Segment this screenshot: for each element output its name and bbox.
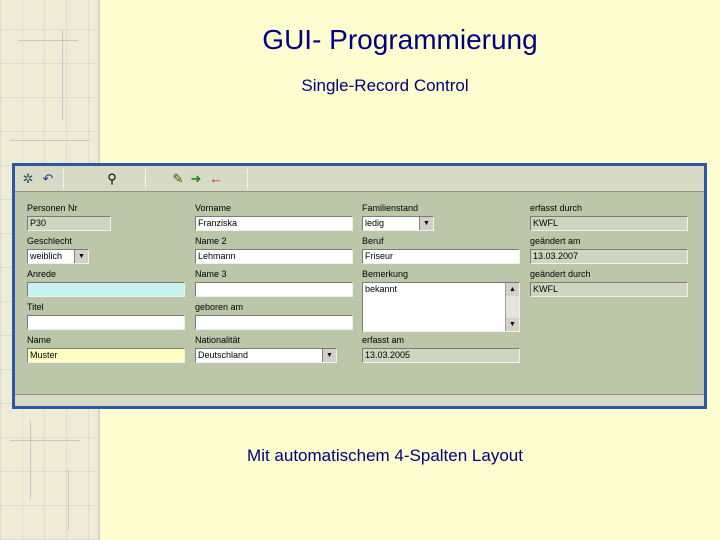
erfasst-durch-field[interactable]: KWFL	[530, 216, 688, 231]
chevron-down-icon[interactable]: ▼	[74, 250, 88, 263]
toolbar-separator	[247, 169, 248, 189]
slide-caption: Mit automatischem 4-Spalten Layout	[247, 446, 523, 465]
erfasst-am-label: erfasst am	[362, 335, 405, 345]
titel-label: Titel	[27, 302, 44, 312]
add-icon[interactable]: ➜	[187, 170, 205, 188]
slide-title: GUI- Programmierung	[262, 24, 538, 55]
window-body: ✲ ↶ ⚲ ✎ ➜ ← Personen Nr P30 Geschlecht w…	[15, 166, 704, 406]
undo-icon[interactable]: ↶	[39, 170, 57, 188]
chevron-down-icon[interactable]: ▼	[322, 349, 336, 362]
toolbar-separator	[145, 169, 146, 189]
name3-field[interactable]	[195, 282, 353, 297]
bemerkung-scrollbar[interactable]: ▲ ▼	[505, 283, 519, 331]
titel-field[interactable]	[27, 315, 185, 330]
status-bar	[15, 394, 704, 406]
geboren-label: geboren am	[195, 302, 244, 312]
bemerkung-textarea[interactable]: bekannt ▲ ▼	[362, 282, 520, 332]
decorative-line	[10, 440, 80, 441]
nationalitaet-value: Deutschland	[198, 350, 249, 360]
decorative-line	[10, 140, 90, 141]
name2-field[interactable]: Lehmann	[195, 249, 353, 264]
personen-nr-label: Personen Nr	[27, 203, 78, 213]
geaendert-durch-field[interactable]: KWFL	[530, 282, 688, 297]
beruf-label: Beruf	[362, 236, 384, 246]
geschlecht-label: Geschlecht	[27, 236, 73, 246]
geaendert-durch-label: geändert durch	[530, 269, 591, 279]
anrede-field[interactable]	[27, 282, 185, 297]
decorative-line	[30, 420, 31, 500]
slide-subtitle: Single-Record Control	[301, 76, 469, 95]
erfasst-am-field[interactable]: 13.03.2005	[362, 348, 520, 363]
name-label: Name	[27, 335, 52, 345]
scroll-up-icon[interactable]: ▲	[506, 283, 519, 296]
single-record-window: ✲ ↶ ⚲ ✎ ➜ ← Personen Nr P30 Geschlecht w…	[12, 163, 707, 409]
geboren-field[interactable]	[195, 315, 353, 330]
decorative-line	[68, 470, 69, 530]
familienstand-value: ledig	[365, 218, 385, 228]
decorative-line	[62, 30, 63, 120]
geaendert-am-field[interactable]: 13.03.2007	[530, 249, 688, 264]
anrede-label: Anrede	[27, 269, 57, 279]
toolbar-separator	[63, 169, 64, 189]
vorname-field[interactable]: Franziska	[195, 216, 353, 231]
beruf-field[interactable]: Friseur	[362, 249, 520, 264]
delete-icon[interactable]: ←	[207, 170, 225, 188]
decorative-line	[18, 40, 78, 41]
name-field[interactable]: Muster	[27, 348, 185, 363]
bemerkung-label: Bemerkung	[362, 269, 409, 279]
edit-icon[interactable]: ✎	[169, 170, 187, 188]
erfasst-durch-label: erfasst durch	[530, 203, 583, 213]
geschlecht-select[interactable]: weiblich ▼	[27, 249, 89, 264]
chevron-down-icon[interactable]: ▼	[419, 217, 433, 230]
geschlecht-value: weiblich	[30, 251, 63, 261]
search-icon[interactable]: ⚲	[103, 170, 121, 188]
record-form: Personen Nr P30 Geschlecht weiblich ▼ An…	[15, 193, 704, 395]
familienstand-label: Familienstand	[362, 203, 419, 213]
name3-label: Name 3	[195, 269, 227, 279]
familienstand-select[interactable]: ledig ▼	[362, 216, 434, 231]
nationalitaet-label: Nationalität	[195, 335, 241, 345]
toolbar: ✲ ↶ ⚲ ✎ ➜ ←	[15, 166, 704, 192]
nationalitaet-select[interactable]: Deutschland ▼	[195, 348, 337, 363]
name2-label: Name 2	[195, 236, 227, 246]
bemerkung-value: bekannt	[365, 284, 398, 294]
personen-nr-field[interactable]: P30	[27, 216, 111, 231]
geaendert-am-label: geändert am	[530, 236, 581, 246]
vorname-label: Vorname	[195, 203, 232, 213]
settings-icon[interactable]: ✲	[19, 170, 37, 188]
scroll-down-icon[interactable]: ▼	[506, 318, 519, 331]
